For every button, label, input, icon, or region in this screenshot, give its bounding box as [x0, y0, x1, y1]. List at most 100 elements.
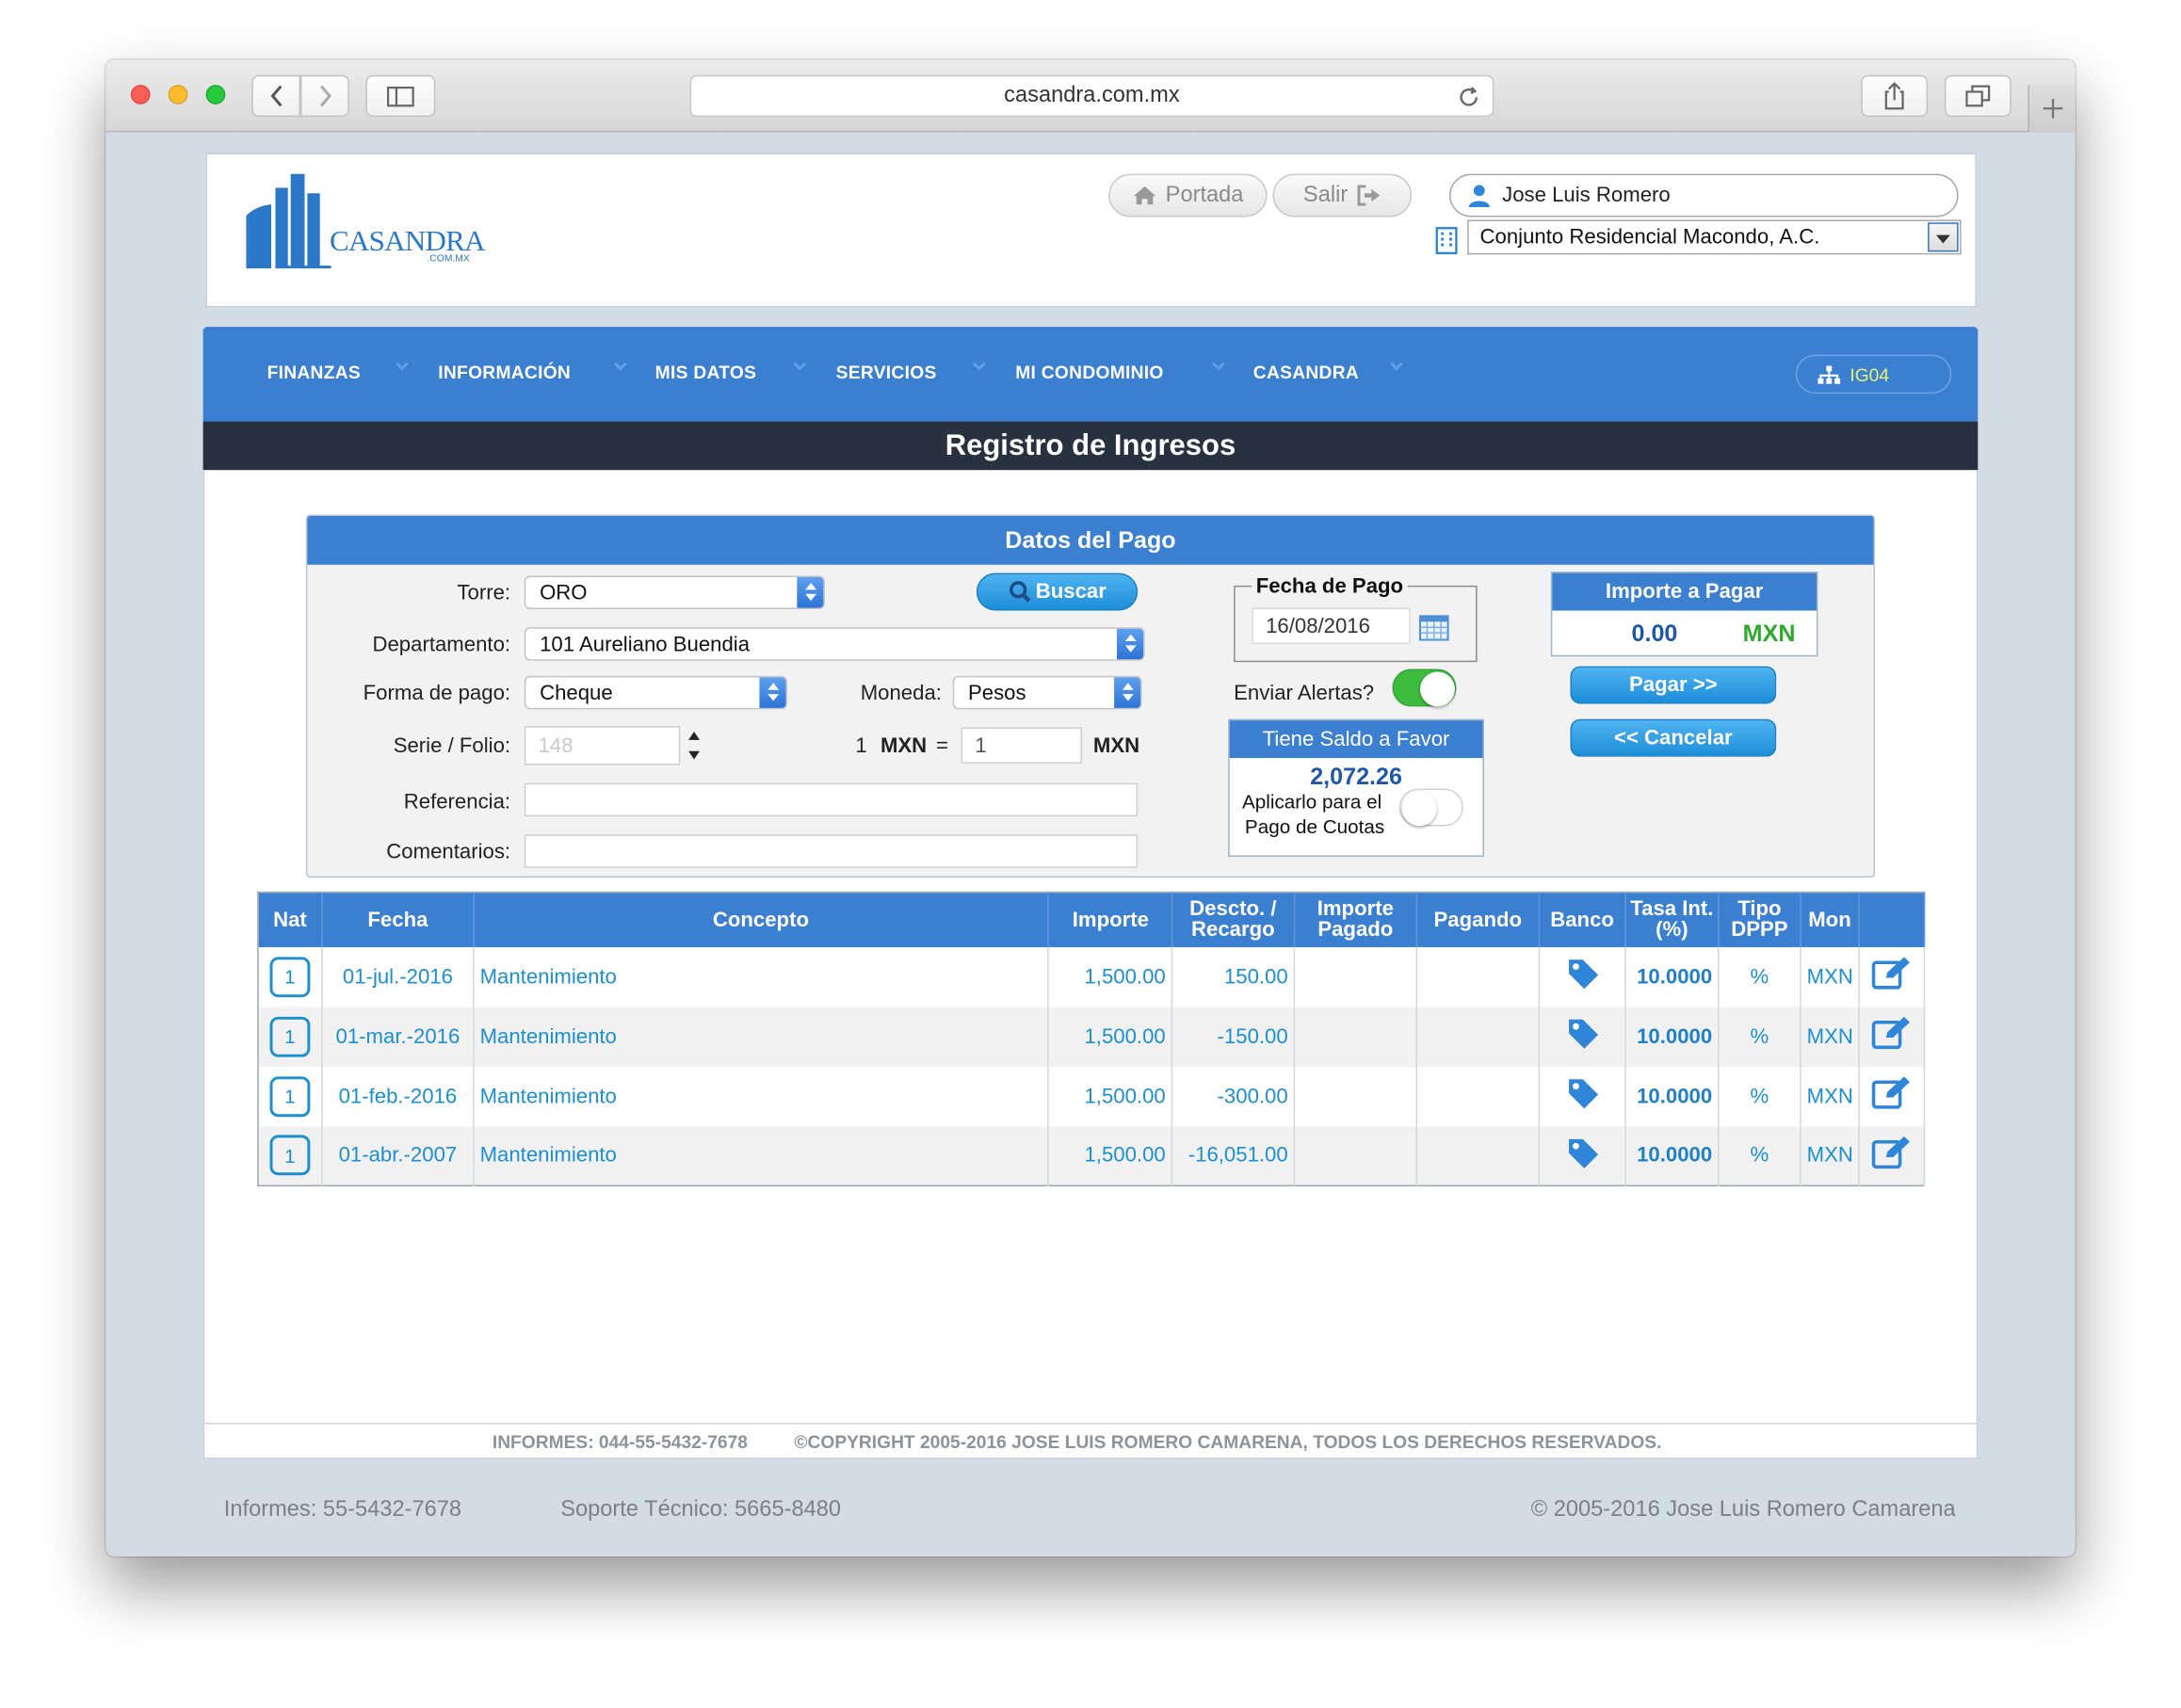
- pagar-button[interactable]: Pagar >>: [1570, 666, 1777, 704]
- exchange-rate-input[interactable]: 1: [961, 727, 1083, 764]
- comentarios-input[interactable]: [524, 834, 1139, 868]
- col-mon[interactable]: Mon: [1800, 892, 1860, 947]
- nav-informacion[interactable]: INFORMACIÓN: [438, 362, 571, 382]
- minimize-window-button[interactable]: [168, 85, 188, 105]
- back-button[interactable]: [251, 74, 301, 118]
- nat-cell: 1: [257, 1006, 323, 1067]
- nav-mi-condominio[interactable]: MI CONDOMINIO: [1015, 362, 1163, 382]
- banco-cell[interactable]: [1539, 1125, 1626, 1186]
- salir-label: Salir: [1302, 183, 1349, 207]
- new-tab-button[interactable]: [2028, 85, 2076, 133]
- casandra-logo[interactable]: CASANDRA .COM.MX: [243, 173, 486, 271]
- table-row[interactable]: 1 01-jul.-2016 Mantenimiento 1,500.00 150.00…: [257, 946, 1926, 1007]
- cancelar-button[interactable]: << Cancelar: [1570, 718, 1777, 757]
- referencia-input[interactable]: [524, 782, 1139, 817]
- concepto-cell: Mantenimiento: [473, 946, 1049, 1007]
- exchange-rate-to: MXN: [1092, 733, 1140, 759]
- caret-down-icon: [1935, 234, 1950, 244]
- edit-icon: [1871, 957, 1910, 990]
- portada-button[interactable]: Portada: [1108, 173, 1268, 218]
- descto-cell: -150.00: [1171, 1006, 1296, 1067]
- condominio-select[interactable]: Conjunto Residencial Macondo, A.C.: [1467, 219, 1962, 255]
- pagando-cell[interactable]: [1416, 1006, 1541, 1067]
- nav-finanzas[interactable]: FINANZAS: [267, 362, 361, 382]
- col-tipo-dppp[interactable]: Tipo DPPP: [1718, 892, 1801, 947]
- comentarios-label: Comentarios:: [386, 840, 511, 864]
- col-importe-pagado[interactable]: Importe Pagado: [1294, 892, 1418, 947]
- tabs-overview-button[interactable]: [1944, 74, 2011, 118]
- table-body: 1 01-jul.-2016 Mantenimiento 1,500.00 150.00…: [257, 946, 1926, 1186]
- serie-placeholder: 148: [538, 733, 574, 758]
- calendar-icon[interactable]: [1418, 613, 1449, 641]
- table-row[interactable]: 1 01-mar.-2016 Mantenimiento 1,500.00 -150.0…: [257, 1006, 1926, 1067]
- col-pagando[interactable]: Pagando: [1416, 892, 1541, 947]
- nav-mis-datos[interactable]: MIS DATOS: [655, 362, 757, 382]
- edit-cell[interactable]: [1859, 1006, 1926, 1067]
- forward-button[interactable]: [300, 74, 349, 118]
- importe-pagado-cell[interactable]: [1294, 1066, 1418, 1126]
- col-fecha[interactable]: Fecha: [321, 892, 475, 947]
- col-banco[interactable]: Banco: [1539, 892, 1626, 947]
- col-descto[interactable]: Descto. / Recargo: [1171, 892, 1296, 947]
- nat-cell: 1: [257, 946, 323, 1007]
- share-button[interactable]: [1861, 74, 1929, 118]
- nav-servicios[interactable]: SERVICIOS: [836, 362, 937, 382]
- condominio-dropdown-button[interactable]: [1928, 222, 1959, 252]
- banco-cell[interactable]: [1539, 1006, 1626, 1067]
- exchange-rate-qty: 1: [855, 733, 867, 759]
- user-field[interactable]: Jose Luis Romero: [1449, 173, 1959, 218]
- departamento-select[interactable]: 101 Aureliano Buendia: [524, 627, 1145, 661]
- moneda-select[interactable]: Pesos: [952, 675, 1142, 710]
- edit-cell[interactable]: [1859, 1066, 1926, 1126]
- select-arrows-icon: [797, 577, 824, 608]
- browser-toolbar: casandra.com.mx: [105, 59, 2076, 133]
- fecha-pago-input[interactable]: 16/08/2016: [1252, 607, 1411, 644]
- edit-cell[interactable]: [1859, 1125, 1926, 1186]
- exchange-rate-value: 1: [975, 733, 987, 758]
- site-footer: INFORMES: 044-55-5432-7678 ©COPYRIGHT 20…: [202, 1423, 1979, 1459]
- importe-pagado-cell[interactable]: [1294, 1125, 1418, 1186]
- forma-pago-select[interactable]: Cheque: [524, 675, 787, 710]
- importe-cell: 1,500.00: [1047, 1006, 1173, 1067]
- pagando-cell[interactable]: [1416, 946, 1541, 1007]
- nat-button[interactable]: 1: [269, 1016, 311, 1056]
- screen-code-badge[interactable]: IG04: [1795, 354, 1952, 395]
- pagando-cell[interactable]: [1416, 1125, 1541, 1186]
- serie-folio-input[interactable]: 148: [524, 726, 681, 765]
- close-window-button[interactable]: [130, 85, 151, 105]
- torre-select[interactable]: ORO: [524, 575, 825, 610]
- col-concepto[interactable]: Concepto: [473, 892, 1049, 947]
- importe-cell: 1,500.00: [1047, 1125, 1173, 1186]
- nat-button[interactable]: 1: [269, 1135, 311, 1176]
- toggle-knob: [1401, 791, 1437, 827]
- pagando-cell[interactable]: [1416, 1066, 1541, 1126]
- sidebar-toggle-button[interactable]: [365, 74, 436, 118]
- nav-casandra[interactable]: CASANDRA: [1253, 362, 1359, 382]
- page-title: Registro de Ingresos: [202, 421, 1979, 471]
- zoom-window-button[interactable]: [205, 85, 226, 105]
- tasa-cell: 10.0000: [1624, 1066, 1720, 1126]
- banco-cell[interactable]: [1539, 946, 1626, 1007]
- col-nat[interactable]: Nat: [257, 892, 323, 947]
- nat-button[interactable]: 1: [269, 1075, 311, 1117]
- col-tasa[interactable]: Tasa Int. (%): [1624, 892, 1720, 947]
- stepper-arrows-icon[interactable]: [687, 728, 702, 764]
- moneda-label: Moneda:: [860, 681, 942, 705]
- alertas-toggle[interactable]: [1392, 669, 1457, 707]
- address-bar[interactable]: casandra.com.mx: [689, 74, 1494, 118]
- buscar-button[interactable]: Buscar: [976, 572, 1139, 611]
- banco-cell[interactable]: [1539, 1066, 1626, 1126]
- importe-pagado-cell[interactable]: [1294, 1006, 1418, 1067]
- moneda-value: Pesos: [967, 681, 1026, 705]
- table-row[interactable]: 1 01-abr.-2007 Mantenimiento 1,500.00 -16,05…: [257, 1125, 1926, 1186]
- importe-pagado-cell[interactable]: [1294, 946, 1418, 1007]
- saldo-apply-toggle[interactable]: [1398, 788, 1463, 827]
- browser-window: casandra.com.mx CASANDRA .COM.MX Portada…: [105, 59, 2076, 1556]
- col-importe[interactable]: Importe: [1047, 892, 1173, 947]
- edit-cell[interactable]: [1859, 946, 1926, 1007]
- reload-icon: [1460, 87, 1478, 106]
- salir-button[interactable]: Salir: [1272, 173, 1413, 218]
- table-row[interactable]: 1 01-feb.-2016 Mantenimiento 1,500.00 -300.0…: [257, 1066, 1926, 1126]
- footer-informes: INFORMES: 044-55-5432-7678: [492, 1431, 748, 1453]
- nat-button[interactable]: 1: [269, 956, 311, 997]
